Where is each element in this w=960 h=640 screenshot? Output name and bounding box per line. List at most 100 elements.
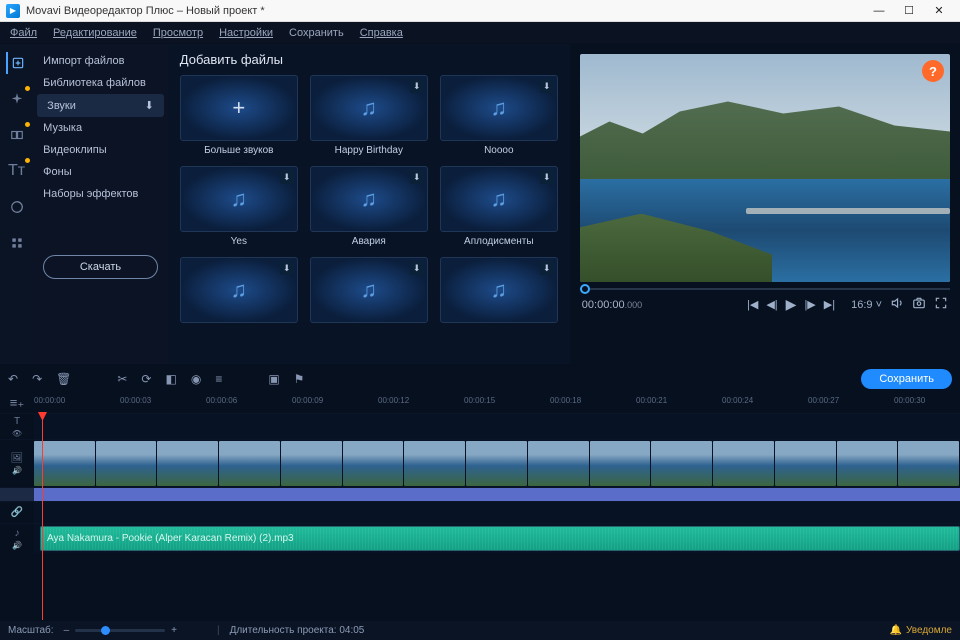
delete-button[interactable]: 🗑	[56, 372, 71, 386]
zoom-out-button[interactable]: –	[64, 625, 70, 636]
video-frame	[898, 441, 959, 486]
tile-download-icon[interactable]: ⬇	[540, 261, 554, 275]
music-note-icon: ♫	[231, 277, 248, 303]
color-button[interactable]: ◉	[191, 372, 201, 386]
rail-transitions-icon[interactable]	[6, 124, 28, 146]
preview-seek-bar[interactable]	[580, 288, 950, 290]
rail-import-icon[interactable]	[6, 52, 28, 74]
notifications-button[interactable]: 🔔 Уведомле	[890, 625, 952, 636]
transition-wizard-button[interactable]: ▣	[268, 372, 279, 386]
sidebar-item-videoclips[interactable]: Видеоклипы	[33, 139, 168, 161]
crop-button[interactable]: ◧	[165, 372, 176, 386]
aspect-ratio-button[interactable]: 16:9 ˅	[851, 299, 882, 311]
minimize-button[interactable]: —	[864, 5, 894, 17]
rail-stickers-icon[interactable]	[6, 196, 28, 218]
sidebar-item-library[interactable]: Библиотека файлов	[33, 72, 168, 94]
audio-clip[interactable]: Aya Nakamura - Pookie (Alper Karacan Rem…	[40, 526, 960, 551]
clip-props-button[interactable]: ≡	[215, 372, 222, 386]
tile-download-icon[interactable]: ⬇	[540, 79, 554, 93]
video-link-bar[interactable]	[34, 488, 960, 501]
volume-button[interactable]	[890, 296, 904, 313]
marker-button[interactable]: ⚑	[294, 372, 305, 386]
status-bar: Масштаб: – + | Длительность проекта: 04:…	[0, 620, 960, 640]
menu-help[interactable]: Справка	[352, 22, 411, 43]
prev-clip-button[interactable]: |◀	[747, 298, 758, 311]
text-track[interactable]	[34, 414, 960, 439]
tile-download-icon[interactable]: ⬇	[540, 170, 554, 184]
sidebar-item-import[interactable]: Импорт файлов	[33, 50, 168, 72]
tracks-area: T 👁 🖼 🔊 🔗 ♪ 🔊 Aya Nakamura - Po	[0, 413, 960, 620]
snapshot-button[interactable]	[912, 296, 926, 313]
menu-edit[interactable]: Редактирование	[45, 22, 145, 43]
sidebar-item-backgrounds[interactable]: Фоны	[33, 161, 168, 183]
fullscreen-button[interactable]	[934, 296, 948, 313]
video-track[interactable]	[34, 440, 960, 487]
menu-file[interactable]: Файл	[2, 22, 45, 43]
video-frame	[281, 441, 342, 486]
link-track-icon[interactable]: 🔗	[0, 502, 34, 523]
step-back-button[interactable]: ◀|	[766, 298, 777, 311]
sound-tile[interactable]: ♫⬇Yes	[180, 166, 298, 247]
next-clip-button[interactable]: ▶|	[824, 298, 835, 311]
sound-tile[interactable]: ♫⬇Happy Birthday	[310, 75, 428, 156]
download-arrow-icon: ⬇	[145, 99, 154, 112]
preview-panel: ? 00:00:00.000 |◀ ◀| ▶ |▶ ▶| 16:9 ˅	[570, 44, 960, 364]
download-button[interactable]: Скачать	[43, 255, 158, 279]
video-track-label[interactable]: 🖼 🔊	[0, 440, 34, 487]
video-frame	[466, 441, 527, 486]
tile-download-icon[interactable]: ⬇	[410, 261, 424, 275]
video-frame	[157, 441, 218, 486]
audio-track-label[interactable]: ♪ 🔊	[0, 524, 34, 553]
seek-handle-icon[interactable]	[580, 284, 590, 294]
ruler-tick: 00:00:18	[550, 396, 581, 405]
music-note-icon: ♫	[491, 277, 508, 303]
content-heading: Добавить файлы	[180, 52, 558, 67]
preview-video[interactable]	[580, 54, 950, 282]
sidebar-item-music[interactable]: Музыка	[33, 117, 168, 139]
timeline-ruler[interactable]: ≡₊ 00:00:0000:00:0300:00:0600:00:0900:00…	[0, 393, 960, 413]
sidebar-item-sounds[interactable]: Звуки⬇	[37, 94, 164, 117]
sound-tile[interactable]: ♫⬇	[310, 257, 428, 338]
tile-download-icon[interactable]: ⬇	[280, 261, 294, 275]
preview-timecode: 00:00:00.000	[582, 298, 642, 311]
tile-download-icon[interactable]: ⬇	[410, 79, 424, 93]
menu-view[interactable]: Просмотр	[145, 22, 211, 43]
rail-filters-icon[interactable]	[6, 88, 28, 110]
ruler-tick: 00:00:30	[894, 396, 925, 405]
music-note-icon: ♫	[491, 95, 508, 121]
tile-download-icon[interactable]: ⬇	[410, 170, 424, 184]
playhead[interactable]	[42, 413, 43, 620]
add-track-button[interactable]: ≡₊	[0, 393, 34, 413]
sound-tile[interactable]: ♫⬇	[440, 257, 558, 338]
zoom-in-button[interactable]: +	[171, 625, 177, 636]
menu-settings[interactable]: Настройки	[211, 22, 281, 43]
tile-download-icon[interactable]: ⬇	[280, 170, 294, 184]
cut-button[interactable]: ✂	[117, 372, 127, 386]
help-button[interactable]: ?	[922, 60, 944, 82]
sound-tile[interactable]: ♫⬇	[180, 257, 298, 338]
rail-titles-icon[interactable]: Tᴛ	[6, 160, 28, 182]
audio-track[interactable]: Aya Nakamura - Pookie (Alper Karacan Rem…	[34, 524, 960, 553]
sound-tile[interactable]: +Больше звуков	[180, 75, 298, 156]
zoom-slider[interactable]	[75, 629, 165, 632]
step-forward-button[interactable]: |▶	[804, 298, 815, 311]
sound-tile[interactable]: ♫⬇Авария	[310, 166, 428, 247]
rotate-button[interactable]: ⟳	[141, 372, 151, 386]
menu-save[interactable]: Сохранить	[281, 22, 352, 43]
tile-caption: Аплодисменты	[440, 236, 558, 247]
maximize-button[interactable]: ☐	[894, 4, 924, 17]
redo-button[interactable]: ↷	[32, 372, 42, 386]
rail-more-icon[interactable]	[6, 232, 28, 254]
tile-caption	[180, 327, 298, 338]
play-button[interactable]: ▶	[786, 296, 797, 313]
export-button[interactable]: Сохранить	[861, 369, 952, 389]
sidebar-item-effects[interactable]: Наборы эффектов	[33, 183, 168, 205]
close-button[interactable]: ✕	[924, 4, 954, 17]
music-note-icon: ♫	[361, 95, 378, 121]
text-track-label[interactable]: T 👁	[0, 414, 34, 439]
undo-button[interactable]: ↶	[8, 372, 18, 386]
sound-tile[interactable]: ♫⬇Аплодисменты	[440, 166, 558, 247]
video-frame	[404, 441, 465, 486]
link-track[interactable]	[34, 502, 960, 523]
sound-tile[interactable]: ♫⬇Noooo	[440, 75, 558, 156]
